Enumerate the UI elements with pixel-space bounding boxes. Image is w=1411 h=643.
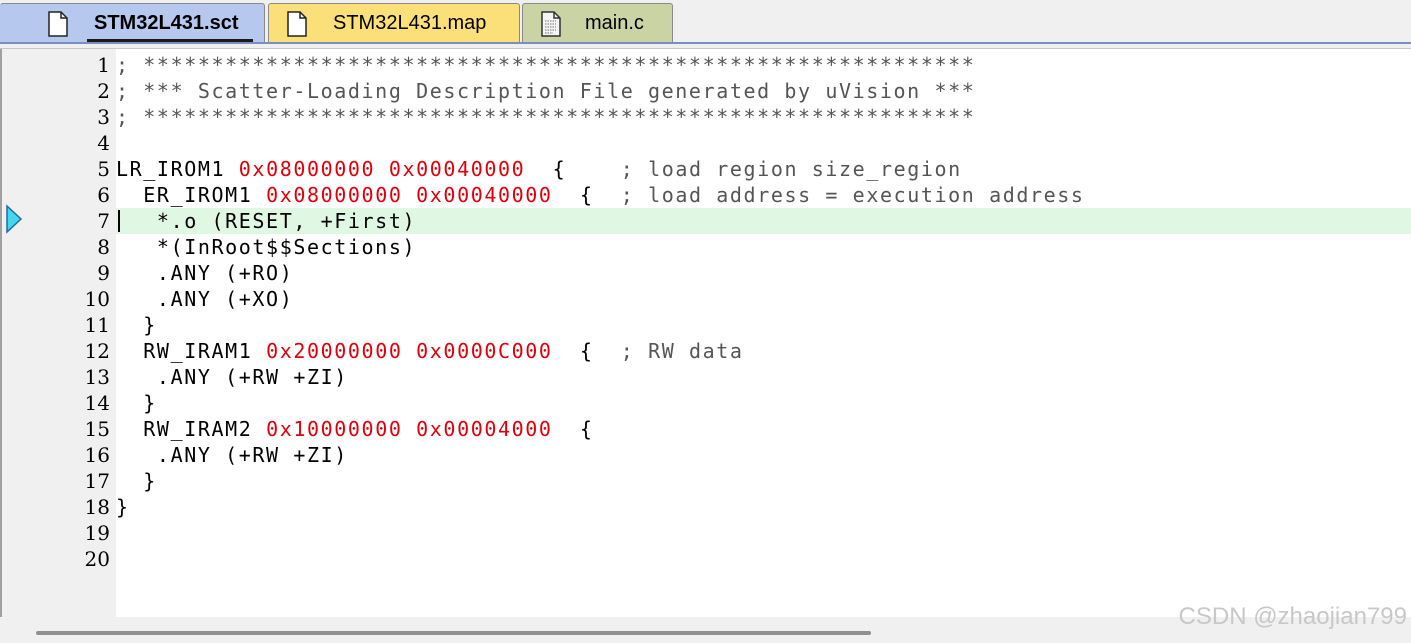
code-line[interactable]: } <box>116 390 1411 416</box>
code-text: RW_IRAM1 <box>116 339 267 363</box>
line-number: 13 <box>84 365 110 389</box>
code-line[interactable]: *(InRoot$$Sections) <box>116 234 1411 260</box>
code-text: LR_IROM1 <box>116 157 239 181</box>
code-line[interactable]: .ANY (+RW +ZI) <box>116 442 1411 468</box>
line-number-gutter[interactable]: 1 2 3 4 5 6 7 8 9 10 11 12 13 14 15 16 17 18 19 20 <box>0 49 116 617</box>
line-number: 5 <box>97 157 110 181</box>
watermark: CSDN @zhaojian799 <box>1178 603 1407 630</box>
line-number: 4 <box>97 131 110 155</box>
document-icon <box>287 11 307 37</box>
code-line[interactable]: .ANY (+RO) <box>116 260 1411 286</box>
scrollbar-thumb[interactable] <box>36 631 871 635</box>
tab-bar-divider <box>0 42 1411 44</box>
code-comment: ; load address = execution address <box>620 183 1085 207</box>
region-size: 0x00004000 <box>416 417 553 441</box>
execution-pointer-icon <box>6 204 23 234</box>
line-number: 18 <box>84 495 110 519</box>
tab-main-c[interactable]: main.c <box>522 3 673 42</box>
load-address: 0x10000000 <box>266 417 403 441</box>
line-number: 1 <box>97 53 110 77</box>
code-line[interactable] <box>116 520 1411 546</box>
line-number: 11 <box>84 313 110 337</box>
code-comment: ; *** Scatter-Loading Description File g… <box>116 79 976 103</box>
editor-tab-bar: STM32L431.sct STM32L431.map main.c <box>0 0 1411 44</box>
code-comment: ; RW data <box>620 339 744 363</box>
code-line[interactable] <box>116 546 1411 572</box>
load-address: 0x08000000 <box>238 157 376 181</box>
line-number: 19 <box>84 521 110 545</box>
code-comment: ; load region size_region <box>620 157 962 181</box>
code-line[interactable]: ; **************************************… <box>116 52 1411 78</box>
code-line[interactable] <box>116 130 1411 156</box>
code-text: .ANY (+XO) <box>116 287 294 311</box>
code-line[interactable]: } <box>116 312 1411 338</box>
line-number: 12 <box>84 339 110 363</box>
line-number: 7 <box>97 209 110 233</box>
tab-stm32l431-map[interactable]: STM32L431.map <box>268 3 520 42</box>
code-text: *.o (RESET, +First) <box>116 209 417 233</box>
line-numbers: 1 2 3 4 5 6 7 8 9 10 11 12 13 14 15 16 17 18 19 20 <box>85 52 110 572</box>
line-number: 14 <box>84 391 110 415</box>
code-text: RW_IRAM2 <box>116 417 267 441</box>
code-comment: ; **************************************… <box>116 53 976 77</box>
code-line[interactable]: .ANY (+XO) <box>116 286 1411 312</box>
code-text: } <box>116 495 130 519</box>
tab-label: STM32L431.map <box>333 12 487 34</box>
line-number: 10 <box>84 287 110 311</box>
region-size: 0x00040000 <box>416 183 553 207</box>
code-text: *(InRoot$$Sections) <box>116 235 417 259</box>
code-text: } <box>116 391 157 415</box>
line-number: 2 <box>97 79 110 103</box>
line-number: 15 <box>84 417 110 441</box>
code-line[interactable]: ; **************************************… <box>116 104 1411 130</box>
code-line[interactable]: RW_IRAM2 0x10000000 0x00004000 { <box>116 416 1411 442</box>
code-text: .ANY (+RO) <box>116 261 294 285</box>
code-line[interactable]: ER_IROM1 0x08000000 0x00040000 { ; load … <box>116 182 1411 208</box>
text-cursor <box>118 210 120 232</box>
code-text: { <box>552 339 621 363</box>
code-text: } <box>116 469 157 493</box>
region-size: 0x00040000 <box>388 157 526 181</box>
line-number: 8 <box>97 235 110 259</box>
code-text: { <box>525 157 621 181</box>
line-number: 16 <box>84 443 110 467</box>
code-line[interactable]: LR_IROM1 0x08000000 0x00040000 { ; load … <box>116 156 1411 182</box>
code-line[interactable]: } <box>116 468 1411 494</box>
code-text: } <box>116 313 157 337</box>
code-line[interactable]: } <box>116 494 1411 520</box>
code-line[interactable]: ; *** Scatter-Loading Description File g… <box>116 78 1411 104</box>
code-editor[interactable]: 1 2 3 4 5 6 7 8 9 10 11 12 13 14 15 16 17 18 19 20 ; ******… <box>0 48 1411 617</box>
code-line[interactable]: RW_IRAM1 0x20000000 0x0000C000 { ; RW da… <box>116 338 1411 364</box>
code-line[interactable]: .ANY (+RW +ZI) <box>116 364 1411 390</box>
tab-label: STM32L431.sct <box>94 12 239 34</box>
tab-stm32l431-sct[interactable]: STM32L431.sct <box>0 3 265 42</box>
code-text: .ANY (+RW +ZI) <box>116 443 348 467</box>
load-address: 0x20000000 <box>266 339 403 363</box>
line-number: 20 <box>84 547 110 571</box>
code-comment: ; **************************************… <box>116 105 976 129</box>
line-number: 9 <box>97 261 110 285</box>
region-size: 0x0000C000 <box>416 339 553 363</box>
gutter-border <box>0 49 2 617</box>
load-address: 0x08000000 <box>266 183 403 207</box>
code-text: .ANY (+RW +ZI) <box>116 365 348 389</box>
code-text: ER_IROM1 <box>116 183 267 207</box>
line-number: 3 <box>97 105 110 129</box>
document-icon <box>48 11 68 37</box>
code-text-area[interactable]: ; **************************************… <box>116 52 1411 572</box>
c-source-file-icon <box>541 11 561 37</box>
code-text: { <box>552 183 621 207</box>
line-number: 6 <box>97 183 110 207</box>
tab-label: main.c <box>585 12 644 34</box>
code-text: { <box>552 417 594 441</box>
line-number: 17 <box>84 469 110 493</box>
current-code-line[interactable]: *.o (RESET, +First) <box>116 208 1411 234</box>
